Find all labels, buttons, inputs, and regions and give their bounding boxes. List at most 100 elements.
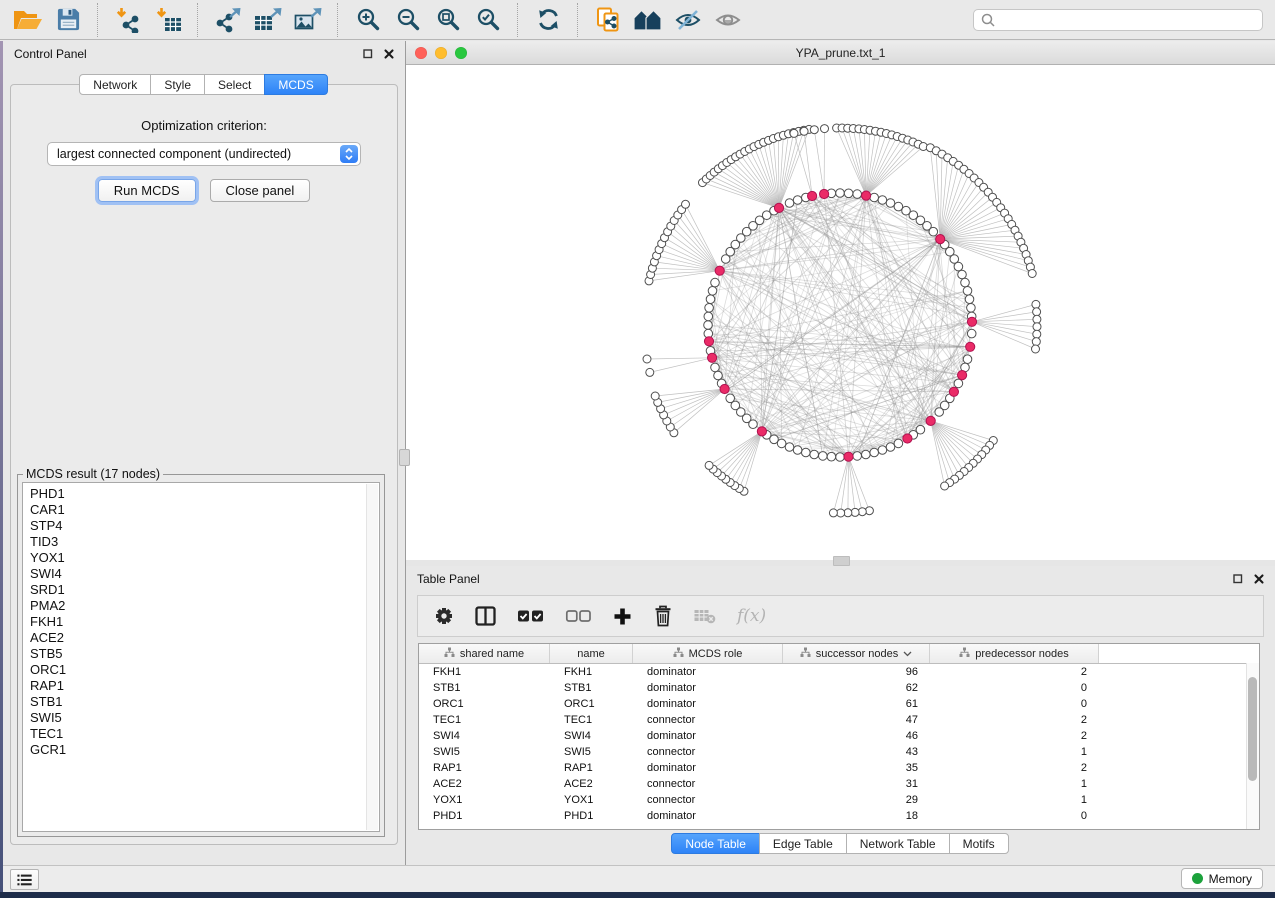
tab-motifs[interactable]: Motifs [949, 833, 1009, 854]
export-image-button[interactable] [290, 3, 326, 37]
mcds-result-item[interactable]: ACE2 [30, 630, 365, 646]
table-row[interactable]: STB1STB1dominator620 [419, 680, 1259, 696]
mcds-result-item[interactable]: PHD1 [30, 486, 365, 502]
mcds-result-item[interactable]: YOX1 [30, 550, 365, 566]
maximize-window-icon[interactable] [455, 47, 467, 59]
column-header-successor-nodes[interactable]: successor nodes [783, 644, 930, 663]
table-cell: 0 [930, 680, 1099, 696]
status-bar: Memory [0, 865, 1275, 892]
table-cell: SWI5 [550, 744, 633, 760]
settings-gear-icon[interactable] [434, 606, 454, 626]
tab-network[interactable]: Network [79, 74, 151, 95]
zoom-selected-button[interactable] [470, 3, 506, 37]
tab-mcds[interactable]: MCDS [264, 74, 327, 95]
open-session-button[interactable] [10, 3, 46, 37]
import-network-icon [115, 7, 142, 33]
deselect-all-icon[interactable] [565, 606, 592, 626]
close-panel-icon[interactable] [1253, 573, 1265, 585]
refresh-layout-button[interactable] [530, 3, 566, 37]
vertical-splitter-handle[interactable] [399, 449, 410, 466]
mcds-result-item[interactable]: STB5 [30, 646, 365, 662]
column-header-shared-name[interactable]: shared name [419, 644, 550, 663]
import-table-icon [155, 7, 182, 33]
tab-node-table[interactable]: Node Table [671, 833, 760, 854]
add-column-icon[interactable] [613, 607, 632, 626]
criterion-select-value: largest connected component (undirected) [57, 147, 291, 161]
mcds-result-item[interactable]: GCR1 [30, 742, 365, 758]
table-row[interactable]: SWI4SWI4dominator462 [419, 728, 1259, 744]
table-cell: 1 [930, 792, 1099, 808]
mcds-result-item[interactable]: CAR1 [30, 502, 365, 518]
mcds-result-item[interactable]: PMA2 [30, 598, 365, 614]
column-header-label: successor nodes [816, 648, 899, 660]
table-row[interactable]: FKH1FKH1dominator962 [419, 664, 1259, 680]
control-panel-tabs: NetworkStyleSelectMCDS [3, 74, 405, 95]
column-header-MCDS-role[interactable]: MCDS role [633, 644, 783, 663]
mcds-result-item[interactable]: SWI4 [30, 566, 365, 582]
tab-network-table[interactable]: Network Table [846, 833, 950, 854]
column-header-predecessor-nodes[interactable]: predecessor nodes [930, 644, 1099, 663]
toggle-columns-icon[interactable] [475, 606, 496, 626]
mcds-result-item[interactable]: RAP1 [30, 678, 365, 694]
close-window-icon[interactable] [415, 47, 427, 59]
task-list-button[interactable] [10, 869, 39, 890]
mcds-result-item[interactable]: TID3 [30, 534, 365, 550]
table-cell: 43 [783, 744, 930, 760]
mcds-result-item[interactable]: SRD1 [30, 582, 365, 598]
close-panel-button[interactable]: Close panel [210, 179, 311, 202]
criterion-select[interactable]: largest connected component (undirected) [47, 142, 361, 166]
table-cell: 18 [783, 808, 930, 824]
show-visualization-button[interactable] [710, 3, 746, 37]
delete-table-icon[interactable] [694, 608, 716, 624]
export-network-button[interactable] [210, 3, 246, 37]
import-network-button[interactable] [110, 3, 146, 37]
table-row[interactable]: ACE2ACE2connector311 [419, 776, 1259, 792]
mcds-result-item[interactable]: TEC1 [30, 726, 365, 742]
table-scrollbar-thumb[interactable] [1248, 677, 1257, 781]
table-row[interactable]: RAP1RAP1dominator352 [419, 760, 1259, 776]
network-canvas[interactable] [406, 65, 1275, 560]
table-body: FKH1FKH1dominator962STB1STB1dominator620… [419, 664, 1259, 824]
search-input[interactable] [1001, 12, 1255, 28]
run-mcds-button[interactable]: Run MCDS [98, 179, 196, 202]
minimize-window-icon[interactable] [435, 47, 447, 59]
zoom-in-icon [356, 7, 381, 32]
mcds-result-title: MCDS result (17 nodes) [23, 467, 163, 481]
column-header-name[interactable]: name [550, 644, 633, 663]
table-row[interactable]: SWI5SWI5connector431 [419, 744, 1259, 760]
select-all-icon[interactable] [517, 606, 544, 626]
table-row[interactable]: YOX1YOX1connector291 [419, 792, 1259, 808]
export-table-button[interactable] [250, 3, 286, 37]
delete-column-icon[interactable] [653, 605, 673, 627]
zoom-out-button[interactable] [390, 3, 426, 37]
mcds-tab-content: Optimization criterion: largest connecte… [10, 84, 398, 845]
table-cell: 2 [930, 760, 1099, 776]
tab-style[interactable]: Style [150, 74, 205, 95]
table-row[interactable]: TEC1TEC1connector472 [419, 712, 1259, 728]
mcds-result-item[interactable]: ORC1 [30, 662, 365, 678]
close-panel-icon[interactable] [383, 48, 395, 60]
memory-button[interactable]: Memory [1181, 868, 1263, 889]
save-session-button[interactable] [50, 3, 86, 37]
import-table-button[interactable] [150, 3, 186, 37]
main-toolbar [0, 0, 1275, 40]
zoom-fit-button[interactable] [430, 3, 466, 37]
mcds-result-item[interactable]: STB1 [30, 694, 365, 710]
float-panel-icon[interactable] [362, 48, 374, 60]
function-builder-icon[interactable]: f(x) [737, 606, 766, 626]
network-overview-button[interactable] [630, 3, 666, 37]
mcds-result-item[interactable]: FKH1 [30, 614, 365, 630]
float-panel-icon[interactable] [1232, 573, 1244, 585]
mcds-result-item[interactable]: STP4 [30, 518, 365, 534]
table-cell: 2 [930, 664, 1099, 680]
network-window-title: YPA_prune.txt_1 [796, 46, 886, 60]
hide-visualization-button[interactable] [670, 3, 706, 37]
table-row[interactable]: PHD1PHD1dominator180 [419, 808, 1259, 824]
clone-network-button[interactable] [590, 3, 626, 37]
table-row[interactable]: ORC1ORC1dominator610 [419, 696, 1259, 712]
tab-edge-table[interactable]: Edge Table [759, 833, 847, 854]
mcds-result-item[interactable]: SWI5 [30, 710, 365, 726]
horizontal-splitter-handle[interactable] [833, 556, 850, 566]
zoom-in-button[interactable] [350, 3, 386, 37]
tab-select[interactable]: Select [204, 74, 265, 95]
